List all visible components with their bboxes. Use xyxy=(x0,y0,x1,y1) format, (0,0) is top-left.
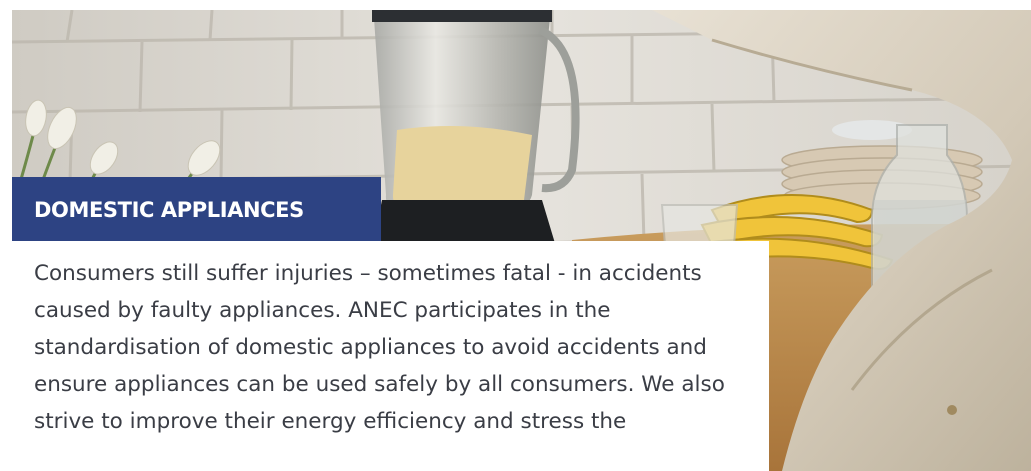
domestic-appliances-section: DOMESTIC APPLIANCES Consumers still suff… xyxy=(0,0,1031,471)
description-card: Consumers still suffer injuries – someti… xyxy=(12,241,769,471)
section-title-banner: DOMESTIC APPLIANCES xyxy=(12,177,381,241)
section-title: DOMESTIC APPLIANCES xyxy=(34,198,304,222)
section-description: Consumers still suffer injuries – someti… xyxy=(34,261,725,434)
